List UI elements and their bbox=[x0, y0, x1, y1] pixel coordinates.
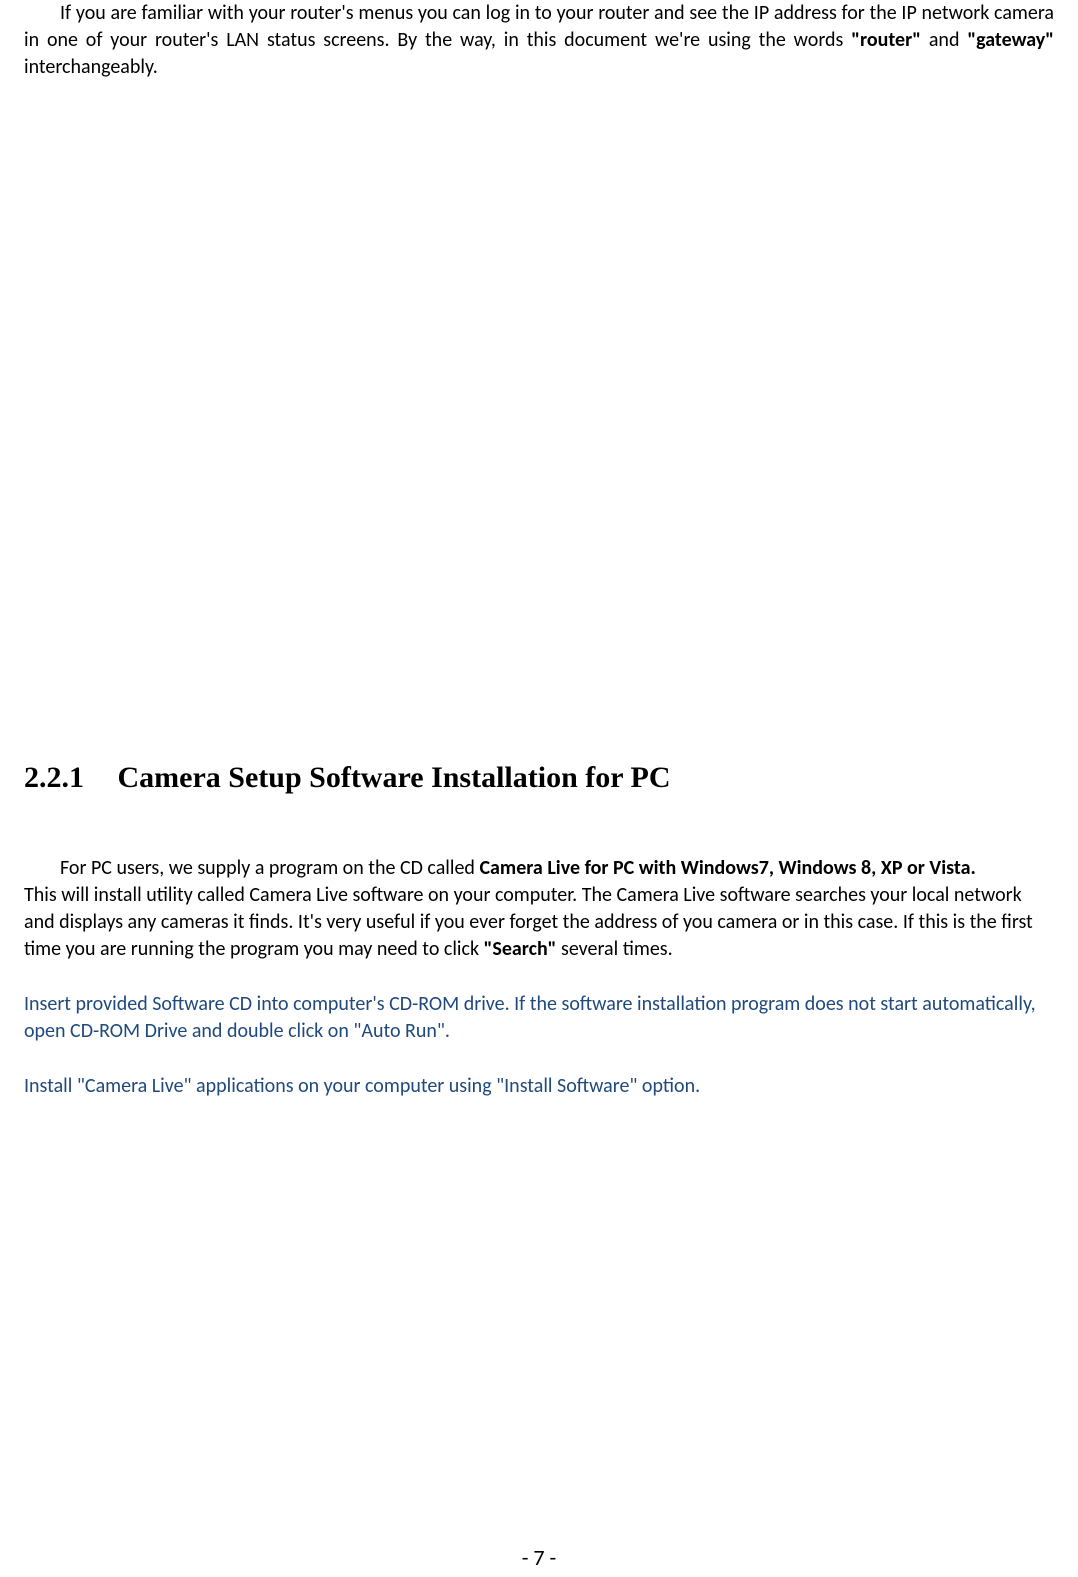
body-paragraph-2: This will install utility called Camera … bbox=[24, 882, 1054, 963]
page-number: - 7 - bbox=[0, 1544, 1078, 1571]
section-title: Camera Setup Software Installation for P… bbox=[118, 761, 671, 795]
body2-bold: "Search" bbox=[484, 937, 557, 961]
intro-bold-1: "router" bbox=[851, 28, 921, 52]
section-heading: 2.2.1 Camera Setup Software Installation… bbox=[24, 761, 1054, 795]
body1-bold: Camera Live for PC with Windows7, Window… bbox=[479, 856, 975, 880]
page-content: If you are familiar with your router's m… bbox=[0, 0, 1078, 1100]
body1-intro: For PC users, we supply a program on the… bbox=[60, 856, 479, 880]
intro-paragraph: If you are familiar with your router's m… bbox=[24, 0, 1054, 81]
intro-text-2: and bbox=[921, 28, 967, 52]
body2-part2: several times. bbox=[556, 937, 672, 961]
body-paragraph-1: For PC users, we supply a program on the… bbox=[24, 855, 1054, 882]
section-number: 2.2.1 bbox=[24, 761, 84, 795]
intro-text-3: interchangeably. bbox=[24, 55, 158, 79]
instruction-paragraph-1: Insert provided Software CD into compute… bbox=[24, 991, 1054, 1045]
intro-bold-2: "gateway" bbox=[967, 28, 1054, 52]
instruction-paragraph-2: Install "Camera Live" applications on yo… bbox=[24, 1073, 1054, 1100]
